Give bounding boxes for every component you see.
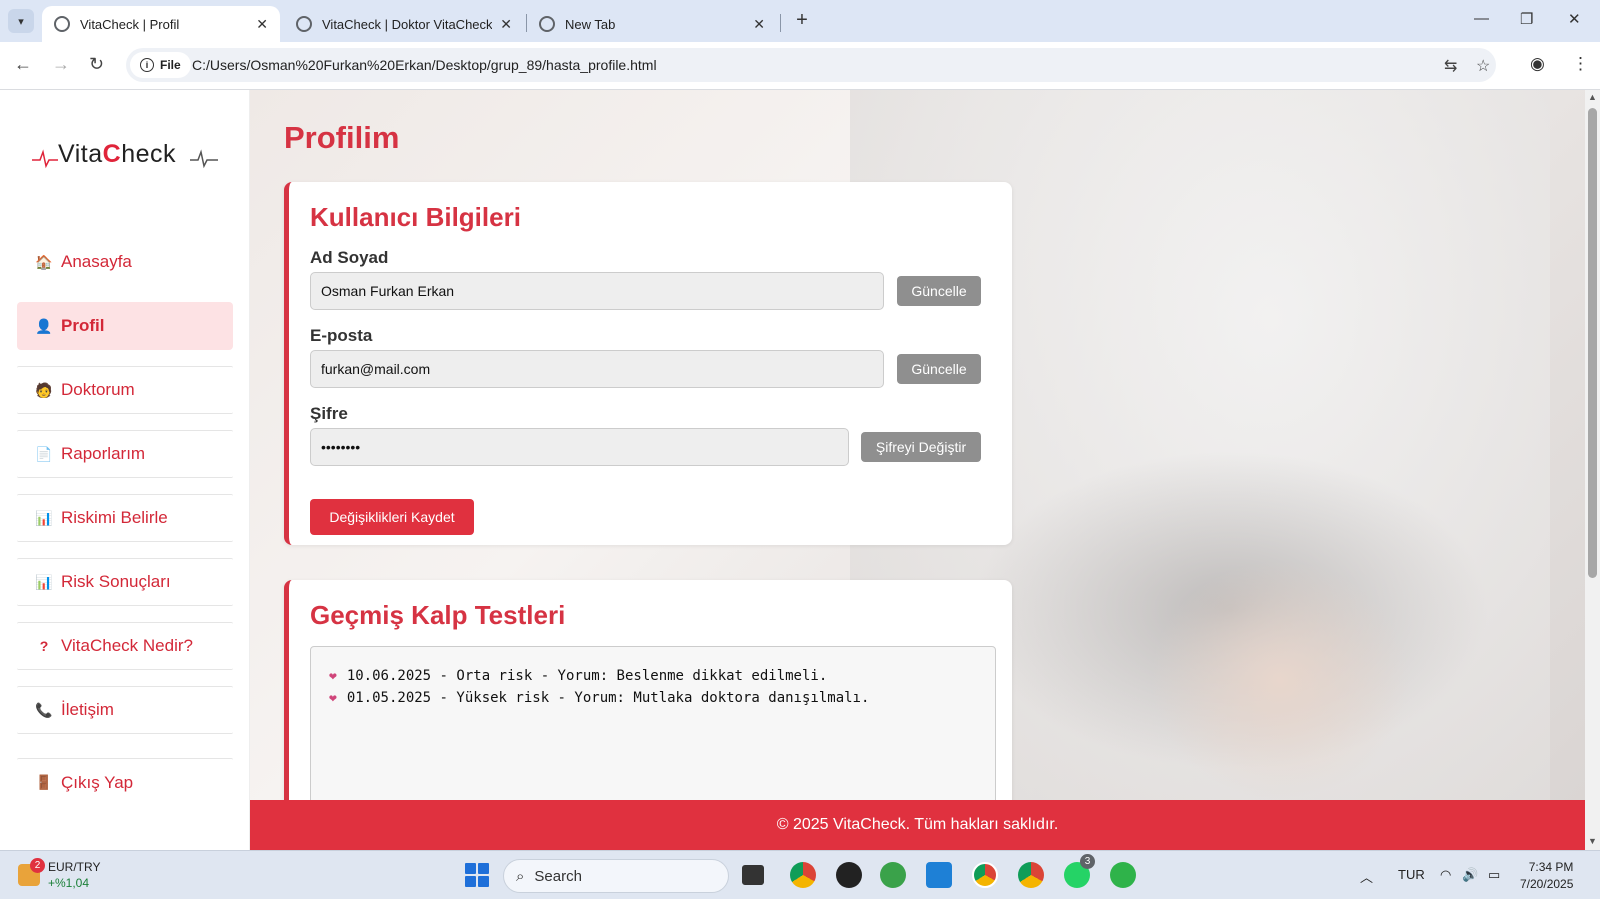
windows-start-icon[interactable] — [465, 863, 489, 887]
page-scrollbar[interactable]: ▲ ▼ — [1585, 90, 1600, 850]
user-info-title: Kullanıcı Bilgileri — [310, 202, 521, 232]
globe-icon — [296, 16, 312, 32]
save-changes-button[interactable]: Değişiklikleri Kaydet — [310, 499, 474, 535]
history-title: Geçmiş Kalp Testleri — [310, 600, 566, 630]
globe-icon — [54, 16, 70, 32]
tab-doctor[interactable]: VitaCheck | Doktor VitaCheck N ✕ — [284, 6, 524, 42]
app-bug-icon[interactable] — [1110, 862, 1136, 888]
main-content: Profilim Kullanıcı Bilgileri Ad Soyad Os… — [250, 90, 1585, 850]
nav-item-profil[interactable]: 👤 Profil — [17, 302, 233, 350]
tab-new[interactable]: New Tab ✕ — [527, 6, 777, 42]
bookmark-star-icon[interactable]: ☆ — [1476, 56, 1490, 76]
nav-item-vitacheck-nedir[interactable]: ? VitaCheck Nedir? — [17, 622, 233, 670]
reload-icon[interactable]: ↻ — [89, 54, 104, 75]
chrome-profile-icon[interactable] — [1018, 862, 1044, 888]
bar-chart-icon: 📊 — [35, 573, 53, 590]
user-icon: 👤 — [35, 317, 53, 334]
heart-icon: ❤ — [329, 690, 337, 706]
task-view-icon[interactable] — [742, 865, 764, 885]
volume-icon[interactable]: 🔊 — [1462, 867, 1478, 883]
nav-item-risk-sonuclari[interactable]: 📊 Risk Sonuçları — [17, 558, 233, 606]
search-icon: ⌕ — [516, 867, 525, 885]
update-email-button[interactable]: Güncelle — [897, 354, 981, 384]
password-input[interactable]: •••••••• — [310, 428, 849, 466]
bar-chart-icon: 📊 — [35, 509, 53, 526]
phone-icon: 📞 — [35, 701, 53, 718]
new-tab-button[interactable]: + — [790, 8, 814, 32]
url-text[interactable]: C:/Users/Osman%20Furkan%20Erkan/Desktop/… — [192, 57, 657, 73]
menu-icon[interactable]: ⋮ — [1572, 54, 1589, 74]
wifi-icon[interactable]: ◠ — [1440, 867, 1451, 883]
email-label: E-posta — [310, 326, 373, 345]
tab-search-button[interactable]: ▾ — [8, 9, 34, 33]
password-label: Şifre — [310, 404, 348, 423]
house-icon: 🏠 — [35, 253, 53, 270]
heart-icon: ❤ — [329, 668, 337, 684]
scroll-thumb[interactable] — [1588, 108, 1597, 578]
forward-icon[interactable]: → — [52, 54, 70, 75]
nav-item-raporlarim[interactable]: 📄 Raporlarım — [17, 430, 233, 478]
close-tab-icon[interactable]: ✕ — [500, 16, 512, 33]
restore-icon[interactable]: ❐ — [1520, 10, 1533, 28]
translate-icon[interactable]: ⇆ — [1444, 56, 1457, 76]
nav-item-cikis-yap[interactable]: 🚪 Çıkış Yap — [17, 758, 233, 806]
nav-item-riskimi-belirle[interactable]: 📊 Riskimi Belirle — [17, 494, 233, 542]
document-icon: 📄 — [35, 445, 53, 462]
email-input[interactable]: furkan@mail.com — [310, 350, 884, 388]
minimize-icon[interactable]: — — [1474, 10, 1489, 27]
whatsapp-icon[interactable]: 3 — [1064, 854, 1095, 888]
update-name-button[interactable]: Güncelle — [897, 276, 981, 306]
battery-icon[interactable]: ▭ — [1488, 867, 1500, 883]
list-item: ❤ 10.06.2025 - Orta risk - Yorum: Beslen… — [329, 668, 828, 684]
address-bar[interactable]: i File C:/Users/Osman%20Furkan%20Erkan/D… — [126, 48, 1496, 82]
taskbar-search[interactable]: ⌕ Search — [503, 859, 729, 893]
currency-icon: 2 — [18, 858, 45, 886]
chrome-icon[interactable] — [790, 862, 816, 888]
notification-badge: 2 — [30, 858, 45, 873]
question-icon: ? — [39, 638, 49, 654]
doctor-icon: 🧑 — [35, 381, 53, 398]
language-indicator[interactable]: TUR — [1398, 867, 1425, 882]
tab-profile[interactable]: VitaCheck | Profil ✕ — [42, 6, 280, 42]
nav-item-anasayfa[interactable]: 🏠 Anasayfa — [17, 238, 233, 286]
vscode-icon[interactable] — [926, 862, 952, 888]
close-tab-icon[interactable]: ✕ — [256, 16, 268, 33]
browser-toolbar: ← → ↻ i File C:/Users/Osman%20Furkan%20E… — [0, 42, 1600, 90]
os-taskbar: 2 EUR/TRY +%1,04 ⌕ Search 3 ︿ TUR ◠ 🔊 ▭ … — [0, 850, 1600, 899]
profile-icon[interactable]: ◉ — [1530, 54, 1545, 74]
back-icon[interactable]: ← — [14, 54, 32, 75]
sidebar: VitaCheck 🏠 Anasayfa 👤 Profil 🧑 Doktorum… — [0, 90, 250, 850]
site-info-chip[interactable]: i File — [130, 52, 191, 78]
info-icon: i — [140, 58, 154, 72]
user-info-card: Kullanıcı Bilgileri Ad Soyad Osman Furka… — [284, 182, 1012, 545]
chatgpt-icon[interactable] — [836, 862, 862, 888]
page-title: Profilim — [284, 120, 400, 155]
scroll-down-icon[interactable]: ▼ — [1588, 836, 1597, 846]
page-footer: © 2025 VitaCheck. Tüm hakları saklıdır. — [250, 800, 1585, 850]
history-list: ❤ 10.06.2025 - Orta risk - Yorum: Beslen… — [310, 646, 996, 806]
name-label: Ad Soyad — [310, 248, 389, 267]
scroll-up-icon[interactable]: ▲ — [1588, 92, 1597, 102]
chevron-up-icon[interactable]: ︿ — [1360, 867, 1373, 886]
close-tab-icon[interactable]: ✕ — [753, 16, 765, 33]
nav-item-doktorum[interactable]: 🧑 Doktorum — [17, 366, 233, 414]
browser-tab-bar: ▾ VitaCheck | Profil ✕ VitaCheck | Dokto… — [0, 0, 1600, 42]
app-leaf-icon[interactable] — [880, 862, 906, 888]
nav-item-iletisim[interactable]: 📞 İletişim — [17, 686, 233, 734]
door-icon: 🚪 — [35, 774, 53, 790]
currency-widget[interactable]: 2 EUR/TRY +%1,04 — [18, 858, 100, 891]
chrome-active-icon[interactable] — [972, 862, 998, 888]
clock[interactable]: 7:34 PM 7/20/2025 — [1520, 859, 1573, 893]
web-page: VitaCheck 🏠 Anasayfa 👤 Profil 🧑 Doktorum… — [0, 90, 1600, 850]
close-window-icon[interactable]: ✕ — [1568, 10, 1581, 28]
list-item: ❤ 01.05.2025 - Yüksek risk - Yorum: Mutl… — [329, 690, 870, 706]
name-input[interactable]: Osman Furkan Erkan — [310, 272, 884, 310]
chrome-icon — [539, 16, 555, 32]
change-password-button[interactable]: Şifreyi Değiştir — [861, 432, 981, 462]
vitacheck-logo[interactable]: VitaCheck — [30, 138, 220, 178]
